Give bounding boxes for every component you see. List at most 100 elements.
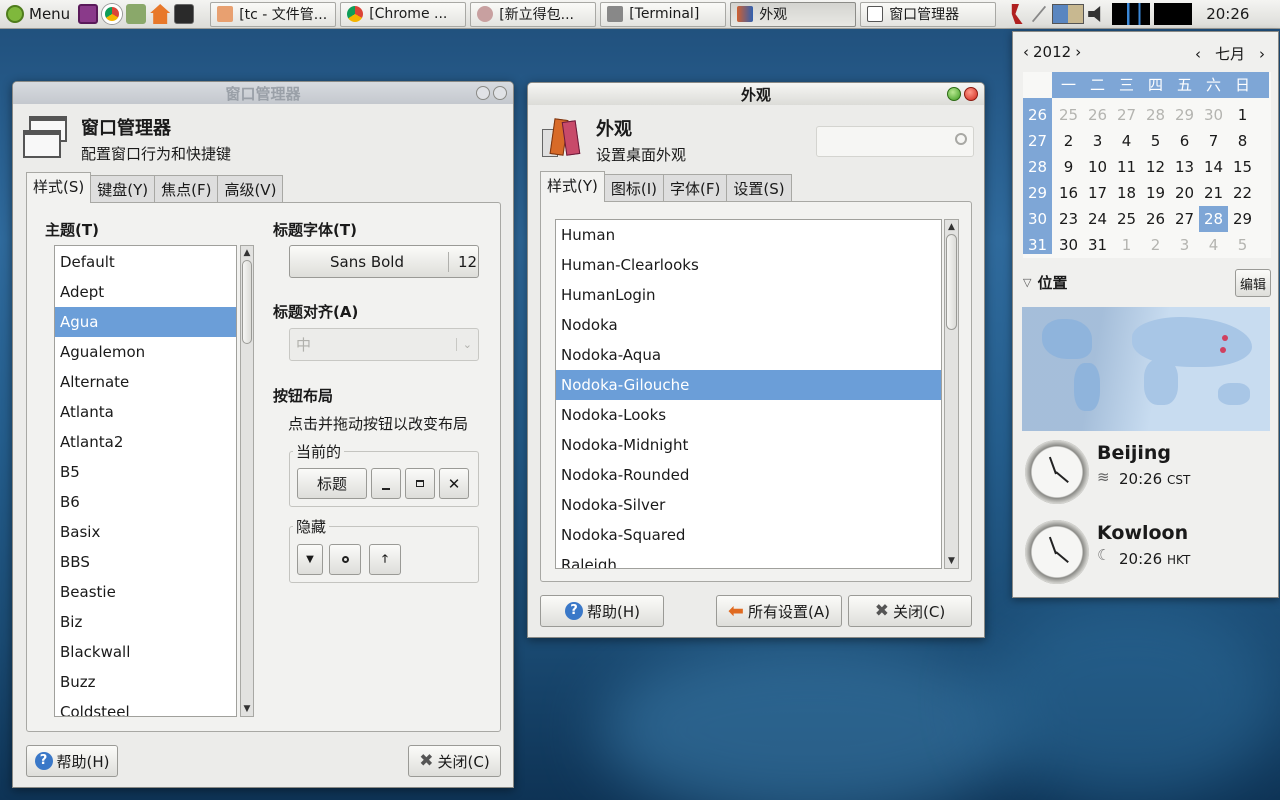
download-manager-icon[interactable]	[126, 4, 147, 24]
layout-shade-button[interactable]: 🡑	[369, 544, 401, 575]
style-list-item[interactable]: Human-Clearlooks	[556, 250, 941, 280]
calendar-day[interactable]: 14	[1199, 154, 1228, 180]
window-titlebar[interactable]: 外观	[528, 83, 984, 105]
layout-stick-button[interactable]	[329, 544, 361, 575]
style-list-item[interactable]: Nodoka-Aqua	[556, 340, 941, 370]
world-map[interactable]	[1022, 307, 1270, 431]
theme-list-item[interactable]: Atlanta	[55, 397, 236, 427]
tab-style[interactable]: 样式(S)	[26, 172, 92, 203]
calendar-day[interactable]: 5	[1228, 232, 1257, 258]
search-field[interactable]	[816, 126, 974, 157]
task-chrome[interactable]: [Chrome ...	[340, 1, 467, 27]
system-monitor-icon[interactable]	[1112, 3, 1151, 25]
tab-style[interactable]: 样式(Y)	[540, 171, 605, 202]
task-synaptic[interactable]: [新立得包...	[470, 1, 597, 27]
layout-menu-button[interactable]: ▼	[297, 544, 323, 575]
calendar-day[interactable]: 1	[1112, 232, 1141, 258]
calendar-day[interactable]: 7	[1199, 128, 1228, 154]
location-row-beijing[interactable]: Beijing ≋ 20:26 CST	[1023, 440, 1273, 508]
tab-icons[interactable]: 图标(I)	[603, 174, 665, 202]
volume-icon[interactable]	[1088, 6, 1101, 22]
tray-app-icon[interactable]	[1011, 4, 1023, 24]
tab-settings[interactable]: 设置(S)	[726, 174, 792, 202]
style-list-item[interactable]: Raleigh	[556, 550, 941, 568]
show-desktop-icon[interactable]	[78, 4, 99, 24]
calendar-day[interactable]: 10	[1083, 154, 1112, 180]
calendar-day[interactable]: 22	[1228, 180, 1257, 206]
close-button[interactable]: ✖ 关闭(C)	[848, 595, 972, 627]
task-terminal[interactable]: [Terminal]	[600, 1, 727, 27]
calendar-day[interactable]: 25	[1054, 102, 1083, 128]
calendar-day-today[interactable]: 28	[1199, 206, 1228, 232]
help-button[interactable]: ? 帮助(H)	[26, 745, 118, 777]
scroll-up-icon[interactable]: ▲	[241, 246, 253, 260]
style-list[interactable]: Human Human-Clearlooks HumanLogin Nodoka Nod…	[555, 219, 942, 569]
panel-clock[interactable]: 20:26	[1198, 5, 1257, 23]
scroll-down-icon[interactable]: ▼	[241, 702, 253, 716]
calendar-day[interactable]: 28	[1141, 102, 1170, 128]
calendar-day[interactable]: 3	[1083, 128, 1112, 154]
tab-advanced[interactable]: 高级(V)	[217, 175, 284, 203]
style-list-scrollbar[interactable]: ▲ ▼	[944, 219, 959, 569]
calendar-day[interactable]: 2	[1141, 232, 1170, 258]
calendar-day[interactable]: 31	[1083, 232, 1112, 258]
locations-header[interactable]: ▽ 位置	[1023, 272, 1067, 293]
workspace-switcher-icon[interactable]	[1052, 4, 1085, 24]
next-month-icon[interactable]: ›	[1259, 45, 1265, 63]
network-icon[interactable]	[1026, 1, 1053, 28]
calendar-day[interactable]: 30	[1054, 232, 1083, 258]
style-list-item[interactable]: Human	[556, 220, 941, 250]
close-icon[interactable]	[493, 86, 507, 100]
theme-list-scrollbar[interactable]: ▲ ▼	[240, 245, 254, 717]
calendar-day[interactable]: 2	[1054, 128, 1083, 154]
theme-list-item[interactable]: Basix	[55, 517, 236, 547]
style-list-item[interactable]: HumanLogin	[556, 280, 941, 310]
close-button[interactable]: ✖ 关闭(C)	[408, 745, 501, 777]
theme-list-item[interactable]: Adept	[55, 277, 236, 307]
theme-list-item[interactable]: Coldsteel	[55, 697, 236, 716]
theme-list-item[interactable]: Biz	[55, 607, 236, 637]
task-file-manager[interactable]: [tc - 文件管...	[210, 1, 337, 27]
calendar-day[interactable]: 18	[1112, 180, 1141, 206]
calendar-day[interactable]: 20	[1170, 180, 1199, 206]
task-appearance[interactable]: 外观	[730, 1, 857, 27]
terminal-launcher-icon[interactable]	[174, 4, 195, 24]
next-year-icon[interactable]: ›	[1075, 43, 1081, 61]
calendar-day[interactable]: 5	[1141, 128, 1170, 154]
search-input[interactable]	[817, 127, 947, 155]
theme-list[interactable]: Default Adept Agua Agualemon Alternate Atlant…	[54, 245, 237, 717]
style-list-item[interactable]: Nodoka-Midnight	[556, 430, 941, 460]
calendar-day[interactable]: 21	[1199, 180, 1228, 206]
calendar-day[interactable]: 19	[1141, 180, 1170, 206]
maximize-icon[interactable]	[947, 87, 961, 101]
search-icon[interactable]	[955, 133, 967, 145]
calendar-day[interactable]: 4	[1199, 232, 1228, 258]
calendar-day[interactable]: 9	[1054, 154, 1083, 180]
layout-title-button[interactable]: 标题	[297, 468, 367, 499]
theme-list-item[interactable]: Agualemon	[55, 337, 236, 367]
scrollbar-thumb[interactable]	[946, 234, 957, 330]
calendar-day[interactable]: 27	[1170, 206, 1199, 232]
calendar-day[interactable]: 4	[1112, 128, 1141, 154]
calendar-day[interactable]: 25	[1112, 206, 1141, 232]
style-list-item[interactable]: Nodoka-Rounded	[556, 460, 941, 490]
system-monitor-icon[interactable]	[1154, 3, 1193, 25]
calendar-day[interactable]: 26	[1141, 206, 1170, 232]
layout-maximize-button[interactable]	[405, 468, 435, 499]
style-list-item[interactable]: Nodoka-Gilouche	[556, 370, 941, 400]
calendar-day[interactable]: 6	[1170, 128, 1199, 154]
calendar-day[interactable]: 29	[1228, 206, 1257, 232]
theme-list-item[interactable]: Default	[55, 247, 236, 277]
calendar-day[interactable]: 3	[1170, 232, 1199, 258]
style-list-item[interactable]: Nodoka-Silver	[556, 490, 941, 520]
calendar-day[interactable]: 29	[1170, 102, 1199, 128]
calendar-day[interactable]: 12	[1141, 154, 1170, 180]
theme-list-item[interactable]: B6	[55, 487, 236, 517]
home-folder-launcher-icon[interactable]	[150, 4, 171, 24]
scrollbar-thumb[interactable]	[242, 260, 252, 344]
layout-minimize-button[interactable]	[371, 468, 401, 499]
calendar-day[interactable]: 1	[1228, 102, 1257, 128]
calendar-day[interactable]: 30	[1199, 102, 1228, 128]
help-button[interactable]: ? 帮助(H)	[540, 595, 664, 627]
calendar-day[interactable]: 16	[1054, 180, 1083, 206]
